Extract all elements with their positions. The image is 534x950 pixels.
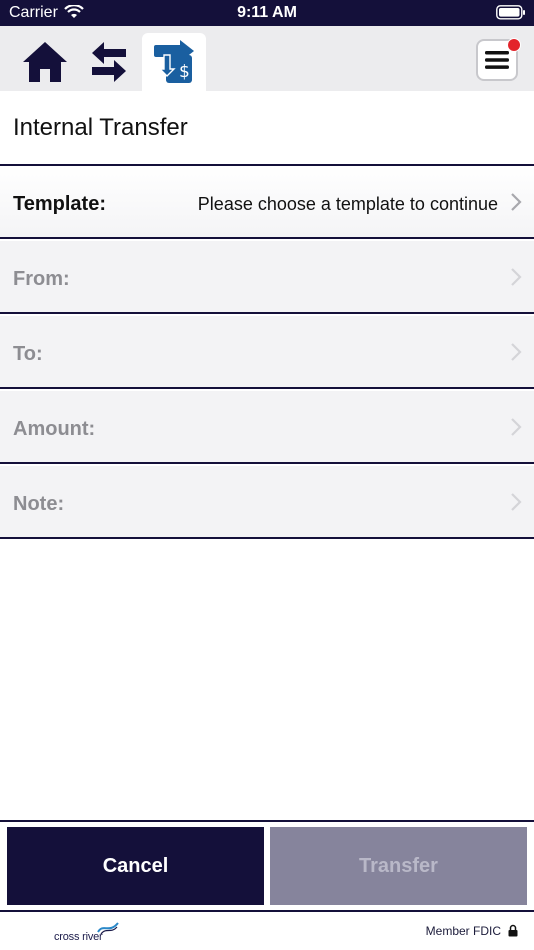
transfer-button[interactable]: Transfer — [270, 827, 527, 905]
home-icon — [23, 42, 67, 82]
to-label: To: — [13, 343, 43, 365]
from-label: From: — [13, 268, 70, 290]
footer: cross river Member FDIC — [0, 912, 534, 950]
swap-arrows-icon — [92, 42, 126, 82]
nav-swap-button[interactable] — [77, 33, 141, 91]
hamburger-menu-icon — [485, 51, 509, 69]
amount-label: Amount: — [13, 418, 96, 440]
note-row[interactable]: Note: — [0, 466, 534, 539]
logo-swirl-icon — [97, 922, 119, 935]
nav-transfer-button[interactable]: $ — [142, 33, 206, 91]
page-title: Internal Transfer — [13, 114, 188, 141]
chevron-right-icon — [511, 418, 522, 436]
template-value: Please choose a template to continue — [197, 194, 498, 214]
cross-river-logo: cross river — [52, 921, 122, 945]
chevron-right-icon — [511, 193, 522, 211]
nav-home-button[interactable] — [13, 33, 77, 91]
transfer-dollar-icon: $ — [154, 40, 194, 83]
template-row[interactable]: Template: Please choose a template to co… — [0, 166, 534, 239]
notification-badge — [507, 38, 521, 52]
chevron-right-icon — [511, 343, 522, 361]
svg-text:$: $ — [179, 62, 190, 82]
divider — [0, 820, 534, 822]
from-row[interactable]: From: — [0, 241, 534, 314]
template-label: Template: — [13, 193, 106, 215]
chevron-right-icon — [511, 493, 522, 511]
to-row[interactable]: To: — [0, 316, 534, 389]
battery-icon — [496, 5, 525, 20]
lock-icon — [508, 924, 518, 937]
chevron-right-icon — [511, 268, 522, 286]
top-navigation-bar: $ — [0, 26, 534, 91]
amount-row[interactable]: Amount: — [0, 391, 534, 464]
status-bar: Carrier 9:11 AM — [0, 0, 534, 26]
clock-time: 9:11 AM — [237, 4, 297, 21]
member-fdic-label: Member FDIC — [425, 924, 501, 938]
cancel-button[interactable]: Cancel — [7, 827, 264, 905]
note-label: Note: — [13, 493, 65, 515]
